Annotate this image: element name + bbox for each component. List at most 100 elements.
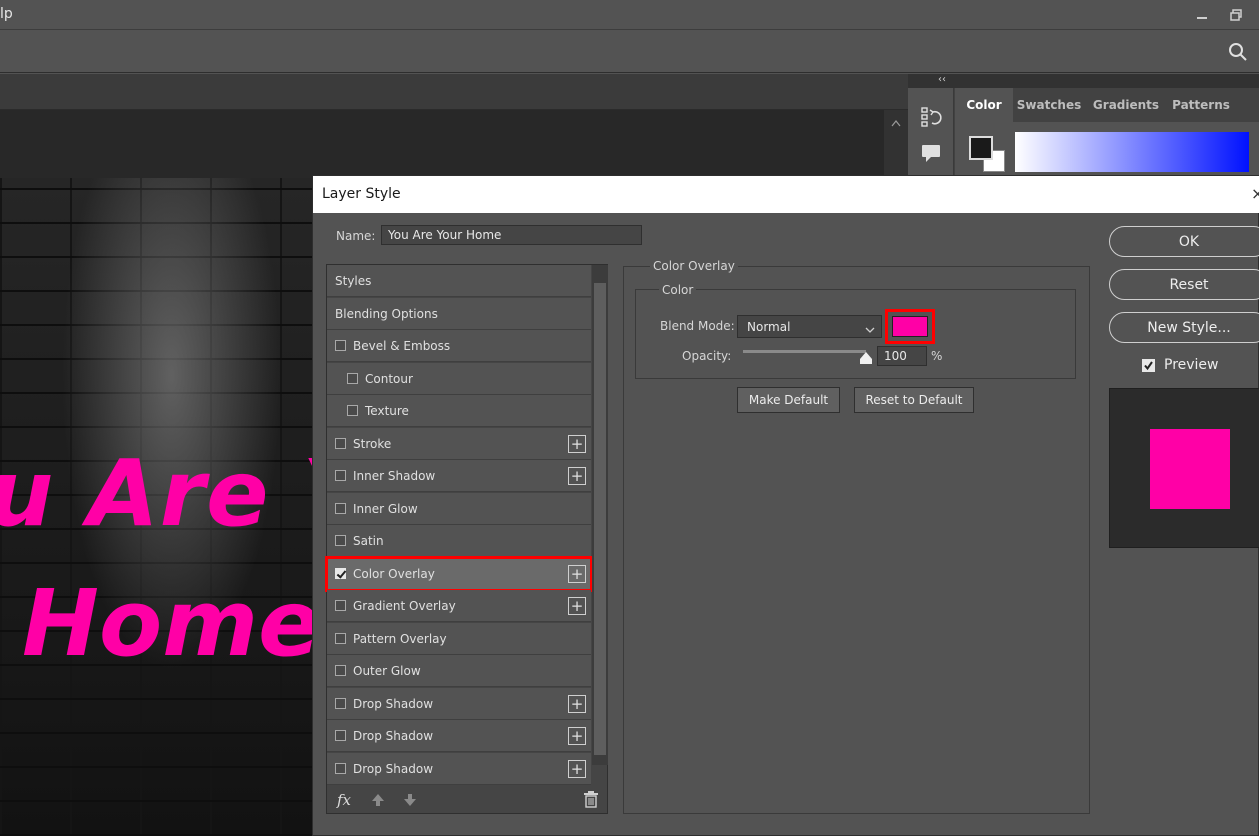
trash-icon[interactable] (583, 790, 599, 811)
color-overlay-section-title: Color Overlay (650, 259, 738, 273)
panel-collapse-strip[interactable]: ‹‹ (908, 74, 1259, 88)
color-ramp[interactable] (1015, 132, 1249, 172)
tab-gradients[interactable]: Gradients (1087, 88, 1165, 122)
outer-glow-checkbox[interactable] (335, 665, 346, 676)
make-default-button[interactable]: Make Default (737, 387, 840, 413)
style-item-label: Gradient Overlay (353, 598, 456, 613)
style-item-drop-shadow[interactable]: Drop Shadow + (327, 688, 591, 720)
opacity-input[interactable]: 100 (877, 346, 927, 366)
blend-mode-select[interactable]: Normal (737, 315, 882, 338)
name-label: Name: (336, 229, 376, 243)
style-item-gradient-overlay[interactable]: Gradient Overlay + (327, 590, 591, 622)
styles-header-label: Styles (335, 273, 372, 288)
style-item-label: Inner Glow (353, 501, 418, 516)
document-tabs-bar (0, 74, 908, 110)
artwork-text-line1: u Are Yo (0, 440, 312, 547)
minimize-icon[interactable] (1188, 4, 1216, 26)
style-item-label: Pattern Overlay (353, 631, 447, 646)
style-item-label: Drop Shadow (353, 761, 434, 776)
styles-list-scroll-thumb[interactable] (594, 283, 606, 755)
reset-button[interactable]: Reset (1109, 269, 1259, 300)
dialog-title: Layer Style (322, 186, 401, 202)
style-item-label: Color Overlay (353, 566, 435, 581)
style-item-label: Stroke (353, 436, 392, 451)
texture-checkbox[interactable] (347, 405, 358, 416)
style-item-drop-shadow[interactable]: Drop Shadow + (327, 720, 591, 752)
style-item-inner-shadow[interactable]: Inner Shadow + (327, 460, 591, 492)
style-item-inner-glow[interactable]: Inner Glow (327, 493, 591, 525)
drop-shadow-checkbox[interactable] (335, 763, 346, 774)
style-item-label: Bevel & Emboss (353, 338, 451, 353)
preview-label: Preview (1164, 357, 1219, 373)
style-item-label: Drop Shadow (353, 696, 434, 711)
style-item-stroke[interactable]: Stroke + (327, 428, 591, 460)
comment-icon[interactable] (920, 142, 942, 167)
bevel-emboss-checkbox[interactable] (335, 340, 346, 351)
styles-header-item[interactable]: Styles (327, 265, 591, 297)
foreground-color-swatch-top[interactable] (969, 136, 993, 160)
move-down-icon[interactable] (403, 793, 417, 810)
reset-to-default-button[interactable]: Reset to Default (854, 387, 974, 413)
overlay-color-swatch[interactable] (892, 316, 928, 337)
artwork-text-line2: Home (22, 570, 312, 677)
dialog-title-bar: Layer Style × (313, 176, 1259, 213)
layer-style-dialog: Layer Style × Name: You Are Your Home St… (312, 175, 1259, 836)
blending-options-item[interactable]: Blending Options (327, 298, 591, 330)
history-icon[interactable] (920, 106, 942, 131)
tab-patterns[interactable]: Patterns (1167, 88, 1235, 122)
collapse-icon[interactable]: ‹‹ (938, 74, 946, 85)
tab-swatches[interactable]: Swatches (1013, 88, 1085, 122)
inner-glow-checkbox[interactable] (335, 503, 346, 514)
style-item-drop-shadow[interactable]: Drop Shadow + (327, 753, 591, 785)
opacity-label: Opacity: (682, 349, 732, 363)
add-stroke-icon[interactable]: + (568, 435, 586, 453)
style-item-texture[interactable]: Texture (327, 395, 591, 427)
satin-checkbox[interactable] (335, 535, 346, 546)
move-up-icon[interactable] (371, 793, 385, 810)
drop-shadow-checkbox[interactable] (335, 730, 346, 741)
restore-icon[interactable] (1222, 4, 1250, 26)
menu-item-help[interactable]: lp (0, 6, 13, 22)
add-drop-shadow-icon[interactable]: + (568, 695, 586, 713)
color-overlay-checkbox[interactable] (335, 568, 346, 579)
opacity-slider-track[interactable] (743, 350, 866, 353)
styles-list-footer: fx (327, 785, 609, 814)
style-item-color-overlay[interactable]: Color Overlay + (325, 556, 593, 592)
tab-color[interactable]: Color (955, 88, 1013, 122)
scroll-up-icon[interactable] (891, 116, 901, 130)
style-item-label: Drop Shadow (353, 728, 434, 743)
style-item-pattern-overlay[interactable]: Pattern Overlay (327, 623, 591, 655)
search-icon[interactable] (1228, 42, 1248, 65)
stroke-checkbox[interactable] (335, 438, 346, 449)
add-color-overlay-icon[interactable]: + (568, 565, 586, 583)
opacity-slider-thumb[interactable] (860, 352, 872, 367)
pattern-overlay-checkbox[interactable] (335, 633, 346, 644)
color-group-title: Color (659, 283, 697, 297)
contour-checkbox[interactable] (347, 373, 358, 384)
style-item-label: Satin (353, 533, 384, 548)
preview-swatch (1150, 429, 1230, 509)
add-drop-shadow-icon[interactable]: + (568, 760, 586, 778)
menu-bar: lp (0, 0, 1259, 30)
blend-mode-value: Normal (747, 320, 791, 334)
gradient-overlay-checkbox[interactable] (335, 600, 346, 611)
inner-shadow-checkbox[interactable] (335, 470, 346, 481)
drop-shadow-checkbox[interactable] (335, 698, 346, 709)
add-inner-shadow-icon[interactable]: + (568, 467, 586, 485)
preview-checkbox[interactable] (1142, 359, 1155, 372)
add-drop-shadow-icon[interactable]: + (568, 727, 586, 745)
blend-mode-label: Blend Mode: (660, 319, 735, 333)
style-item-bevel-emboss[interactable]: Bevel & Emboss (327, 330, 591, 362)
add-gradient-overlay-icon[interactable]: + (568, 597, 586, 615)
fx-menu-button[interactable]: fx (337, 791, 351, 809)
ok-button[interactable]: OK (1109, 226, 1259, 257)
style-item-contour[interactable]: Contour (327, 363, 591, 395)
style-item-outer-glow[interactable]: Outer Glow (327, 655, 591, 687)
overlay-color-swatch-frame[interactable] (885, 309, 935, 344)
style-preview (1109, 388, 1259, 548)
chevron-down-icon (865, 323, 875, 337)
close-icon[interactable]: × (1251, 184, 1259, 203)
layer-name-input[interactable]: You Are Your Home (381, 225, 642, 245)
style-item-satin[interactable]: Satin (327, 525, 591, 557)
new-style-button[interactable]: New Style... (1109, 312, 1259, 343)
